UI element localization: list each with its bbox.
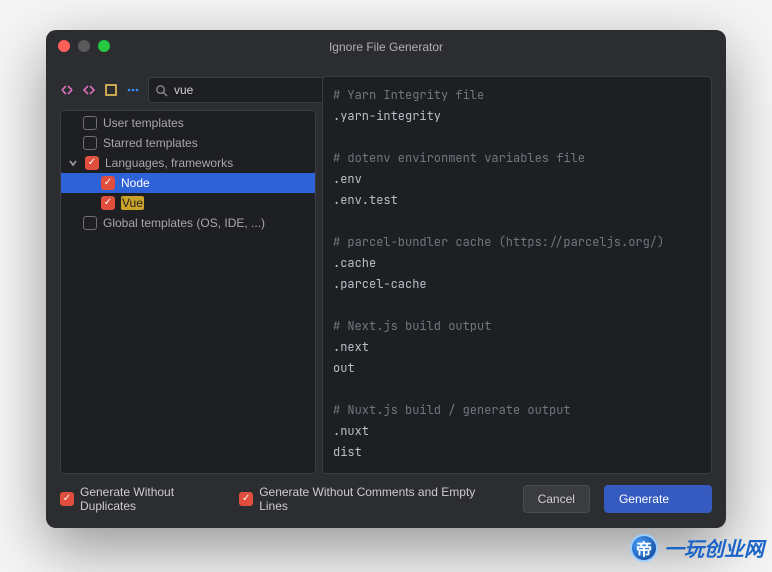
watermark-text: 一玩创业网 (664, 533, 764, 562)
watermark: 帝 一玩创业网 (630, 533, 764, 562)
content-area: × User templates Starred templates (60, 76, 712, 474)
square-icon[interactable] (104, 82, 118, 98)
checkbox[interactable] (101, 176, 115, 190)
tree-item-node[interactable]: Node (61, 173, 315, 193)
checkbox[interactable] (83, 216, 97, 230)
tree-item-starred-templates[interactable]: Starred templates (61, 133, 315, 153)
checkbox[interactable] (83, 116, 97, 130)
tree-label: Starred templates (103, 136, 198, 150)
template-tree[interactable]: User templates Starred templates Languag… (60, 110, 316, 474)
option-label: Generate Without Duplicates (80, 485, 225, 513)
dialog-body: × User templates Starred templates (46, 64, 726, 528)
tree-label: Languages, frameworks (105, 156, 233, 170)
traffic-lights (58, 40, 110, 52)
watermark-logo-icon: 帝 (630, 534, 658, 562)
tree-item-global-templates[interactable]: Global templates (OS, IDE, ...) (61, 213, 315, 233)
generate-button[interactable]: Generate (604, 485, 684, 513)
chevron-down-icon[interactable] (67, 158, 79, 168)
cancel-button[interactable]: Cancel (523, 485, 590, 513)
option-without-duplicates[interactable]: Generate Without Duplicates (60, 485, 225, 513)
expand-all-icon[interactable] (60, 82, 74, 98)
collapse-all-icon[interactable] (82, 82, 96, 98)
tree-label: Node (121, 176, 150, 190)
close-icon[interactable] (58, 40, 70, 52)
tree-label: Global templates (OS, IDE, ...) (103, 216, 265, 230)
generate-dropdown-icon[interactable] (682, 485, 712, 513)
checkbox[interactable] (60, 492, 74, 506)
toolbar: × (60, 76, 316, 104)
option-without-comments[interactable]: Generate Without Comments and Empty Line… (239, 485, 494, 513)
preview-pane: # Yarn Integrity file .yarn-integrity # … (322, 76, 712, 474)
search-input[interactable] (174, 83, 329, 97)
option-label: Generate Without Comments and Empty Line… (259, 485, 494, 513)
checkbox[interactable] (83, 136, 97, 150)
dialog-window: Ignore File Generator (46, 30, 726, 528)
checkbox[interactable] (101, 196, 115, 210)
dialog-title: Ignore File Generator (329, 40, 443, 54)
minimize-icon[interactable] (78, 40, 90, 52)
tree-item-user-templates[interactable]: User templates (61, 113, 315, 133)
search-icon (155, 84, 168, 97)
tree-label: Vue (121, 196, 144, 210)
checkbox[interactable] (239, 492, 253, 506)
tree-item-vue[interactable]: Vue (61, 193, 315, 213)
checkbox[interactable] (85, 156, 99, 170)
titlebar: Ignore File Generator (46, 30, 726, 64)
tree-label: User templates (103, 116, 184, 130)
footer: Generate Without Duplicates Generate Wit… (60, 484, 712, 514)
left-panel: × User templates Starred templates (60, 76, 316, 474)
tree-item-languages-frameworks[interactable]: Languages, frameworks (61, 153, 315, 173)
maximize-icon[interactable] (98, 40, 110, 52)
more-icon[interactable] (126, 82, 140, 98)
